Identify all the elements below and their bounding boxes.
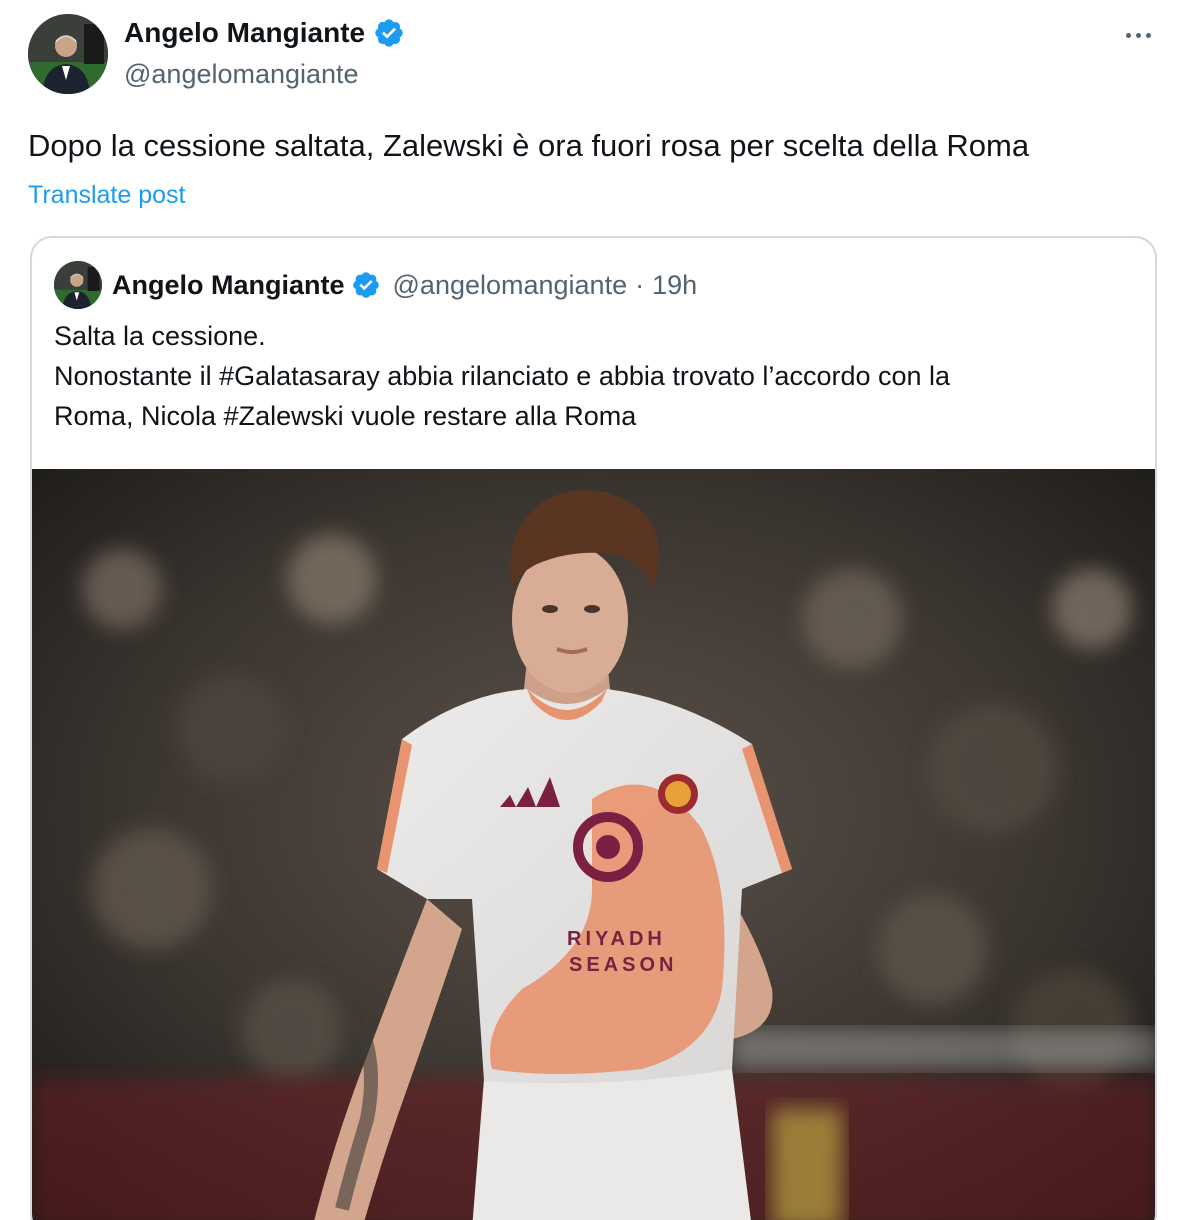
jersey-sponsor-line2: SEASON [569, 954, 677, 976]
translate-post-link[interactable]: Translate post [28, 178, 185, 212]
quoted-timestamp: 19h [652, 269, 698, 300]
quoted-separator: · [635, 269, 645, 300]
quoted-text-line: Salta la cessione. [54, 321, 266, 351]
post-text: Dopo la cessione saltata, Zalewski è ora… [28, 128, 1030, 163]
quoted-text-line: Nonostante il #Galatasaray abbia rilanci… [54, 361, 951, 391]
quoted-author-avatar [54, 261, 102, 309]
jersey-sponsor-line1: RIYADH [567, 928, 666, 950]
more-options-button[interactable] [1118, 18, 1158, 52]
more-dots-icon [1125, 32, 1131, 38]
photo-football-player-icon: RIYADH SEASON [32, 469, 1155, 1220]
verified-badge-icon [373, 17, 405, 49]
author-name[interactable]: Angelo Mangiante [124, 14, 405, 52]
more-dot [1145, 32, 1151, 38]
quoted-author-name: Angelo Mangiante [112, 269, 345, 300]
quoted-post-text: Salta la cessione. Nonostante il #Galata… [54, 316, 1134, 436]
avatar-photo-icon [28, 14, 108, 94]
quoted-post-image[interactable]: RIYADH SEASON [32, 469, 1155, 1220]
quoted-text-line: Roma, Nicola #Zalewski vuole restare all… [54, 401, 637, 431]
avatar-photo-icon [54, 261, 102, 309]
more-dot [1135, 32, 1141, 38]
quoted-post[interactable]: Angelo Mangiante @angelomangiante · 19h … [30, 236, 1157, 1220]
author-handle[interactable]: @angelomangiante [124, 56, 359, 92]
tweet: Angelo Mangiante @angelomangiante Dopo l… [0, 0, 1180, 1220]
quoted-author-handle: @angelomangiante [392, 269, 628, 300]
author-avatar[interactable] [28, 14, 108, 94]
author-name-text[interactable]: Angelo Mangiante [124, 14, 365, 52]
verified-badge-icon [351, 270, 381, 300]
quoted-post-header: Angelo Mangiante @angelomangiante · 19h [54, 260, 697, 310]
